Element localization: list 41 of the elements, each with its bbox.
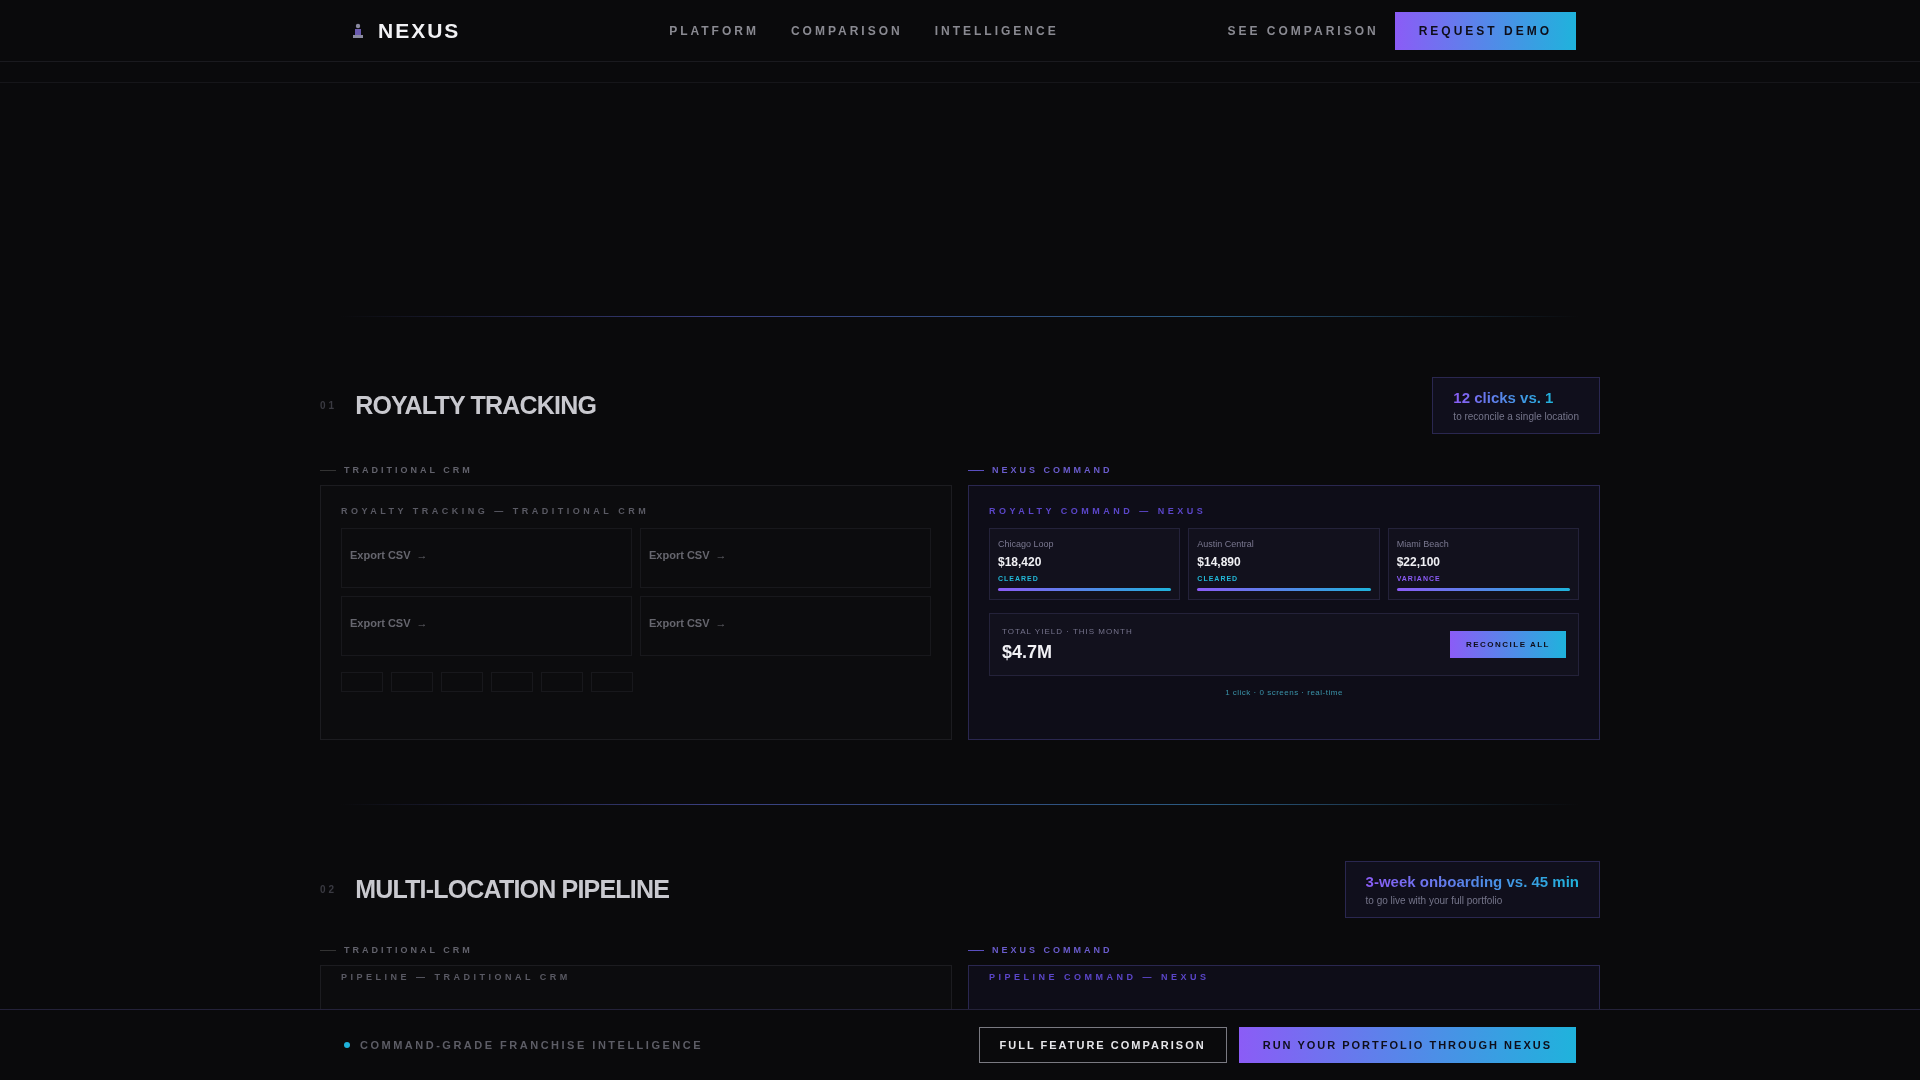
panel-title: ROYALTY TRACKING — TRADITIONAL CRM	[341, 506, 651, 516]
export-label: Export CSV	[649, 617, 710, 629]
panel-title: PIPELINE COMMAND — NEXUS	[989, 972, 1211, 982]
reconcile-button[interactable]: RECONCILE ALL	[1449, 631, 1566, 658]
arrow-glyph: →	[715, 549, 727, 561]
arrow-glyph: →	[416, 549, 428, 561]
export-label: Export CSV	[649, 549, 710, 561]
location-name: Austin Central	[1197, 539, 1255, 549]
tagline: COMMAND-GRADE FRANCHISE INTELLIGENCE	[360, 1039, 703, 1051]
amount: $22,100	[1396, 555, 1442, 569]
amount: $18,420	[998, 555, 1043, 569]
location-name: Miami Beach	[1396, 539, 1450, 549]
location-name: Chicago Loop	[998, 539, 1055, 549]
badge-caption: to reconcile a single location	[1453, 410, 1579, 422]
column-label: NEXUS COMMAND	[992, 465, 1113, 475]
total-label: TOTAL YIELD · THIS MONTH	[1002, 626, 1133, 636]
logo-icon	[352, 22, 364, 39]
comparison-button[interactable]: FULL FEATURE COMPARISON	[978, 1027, 1227, 1063]
nav-link[interactable]: INTELLIGENCE	[934, 23, 1059, 38]
section-title: ROYALTY TRACKING	[355, 390, 597, 420]
cta-button[interactable]: RUN YOUR PORTFOLIO THROUGH NEXUS	[1238, 1027, 1576, 1063]
column-label: TRADITIONAL CRM	[344, 945, 473, 955]
total-value: $4.7M	[1002, 641, 1054, 663]
panel-title: ROYALTY COMMAND — NEXUS	[989, 506, 1208, 516]
nav-link[interactable]: PLATFORM	[669, 23, 759, 38]
arrow-glyph: →	[416, 617, 428, 629]
amount: $14,890	[1197, 555, 1242, 569]
badge-caption: to go live with your full portfolio	[1365, 894, 1504, 906]
panel-title: PIPELINE — TRADITIONAL CRM	[341, 972, 572, 982]
export-label: Export CSV	[350, 549, 411, 561]
nav-link[interactable]: SEE COMPARISON	[1227, 23, 1379, 38]
request-demo-button[interactable]: REQUEST DEMO	[1394, 11, 1576, 50]
export-label: Export CSV	[350, 617, 411, 629]
status-dot-icon	[344, 1042, 350, 1048]
column-label: NEXUS COMMAND	[992, 945, 1113, 955]
nav-link[interactable]: COMPARISON	[790, 23, 903, 38]
column-label: TRADITIONAL CRM	[344, 465, 473, 475]
arrow-glyph: →	[715, 617, 727, 629]
section-title: MULTI-LOCATION PIPELINE	[355, 874, 670, 904]
footnote: 1 click · 0 screens · real-time	[1224, 688, 1344, 697]
brand-name[interactable]: NEXUS	[378, 18, 461, 43]
